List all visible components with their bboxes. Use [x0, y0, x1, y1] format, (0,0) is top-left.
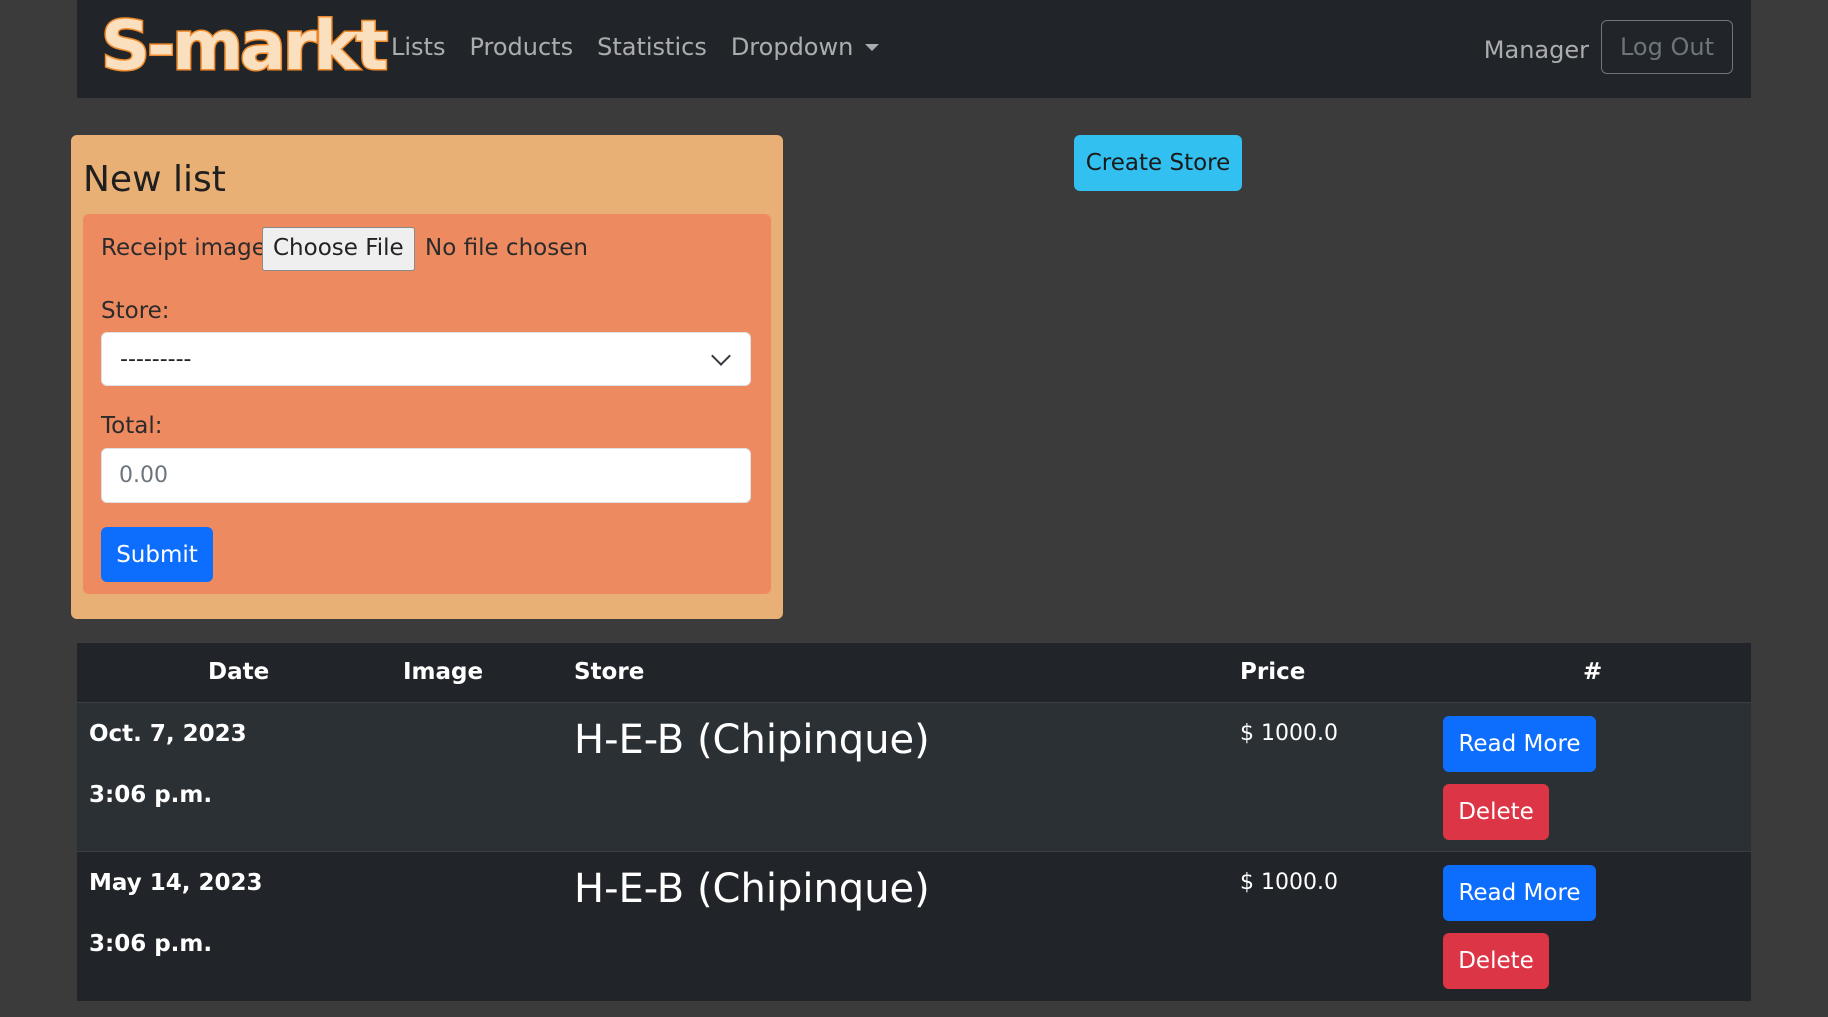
logout-button[interactable]: Log Out [1600, 20, 1733, 74]
total-label: Total: [101, 413, 163, 439]
nav-dropdown[interactable]: Dropdown [731, 33, 880, 61]
table-row: May 14, 2023 3:06 p.m. H-E-B (Chipinque)… [77, 852, 1751, 1000]
row-date: Oct. 7, 2023 [89, 721, 247, 747]
row-time: 3:06 p.m. [89, 931, 213, 957]
nav-link-statistics[interactable]: Statistics [597, 33, 707, 61]
store-label: Store: [101, 298, 170, 324]
delete-button[interactable]: Delete [1443, 933, 1549, 989]
create-store-button[interactable]: Create Store [1074, 135, 1242, 191]
read-more-button[interactable]: Read More [1443, 865, 1596, 921]
new-list-title: New list [83, 159, 226, 200]
file-status: No file chosen [425, 235, 588, 261]
new-list-form: Receipt image: Choose File No file chose… [83, 214, 771, 594]
table-header: Date Image Store Price # [77, 643, 1751, 703]
row-store: H-E-B (Chipinque) [574, 717, 930, 763]
row-price: $ 1000.0 [1240, 721, 1338, 746]
chevron-down-icon [711, 346, 731, 366]
header-date: Date [208, 659, 270, 685]
new-list-card: New list Receipt image: Choose File No f… [71, 135, 783, 619]
store-select[interactable]: --------- [101, 332, 751, 386]
header-actions: # [1583, 659, 1603, 685]
read-more-button[interactable]: Read More [1443, 716, 1596, 772]
nav-user-area: Manager Log Out [1484, 20, 1733, 74]
caret-down-icon [865, 44, 880, 51]
brand-logo[interactable]: S-markt [99, 2, 389, 92]
user-name: Manager [1483, 36, 1589, 64]
row-price: $ 1000.0 [1240, 870, 1338, 895]
total-input[interactable] [101, 448, 751, 503]
choose-file-button[interactable]: Choose File [262, 227, 415, 271]
table-row: Oct. 7, 2023 3:06 p.m. H-E-B (Chipinque)… [77, 703, 1751, 852]
delete-button[interactable]: Delete [1443, 784, 1549, 840]
lists-table: Date Image Store Price # Oct. 7, 2023 3:… [77, 643, 1751, 1001]
nav-link-lists[interactable]: Lists [391, 33, 445, 61]
submit-button[interactable]: Submit [101, 527, 213, 582]
row-store: H-E-B (Chipinque) [574, 866, 930, 912]
receipt-image-label: Receipt image: [101, 235, 274, 261]
store-select-value: --------- [120, 347, 192, 372]
header-image: Image [403, 659, 484, 685]
header-store: Store [574, 659, 645, 685]
row-time: 3:06 p.m. [89, 782, 213, 808]
nav-dropdown-label: Dropdown [730, 33, 854, 61]
navbar: S-markt Lists Products Statistics Dropdo… [77, 0, 1751, 98]
header-price: Price [1240, 659, 1306, 685]
nav-link-products[interactable]: Products [469, 33, 573, 61]
row-date: May 14, 2023 [89, 870, 263, 896]
nav-links: Lists Products Statistics Dropdown [391, 33, 880, 61]
